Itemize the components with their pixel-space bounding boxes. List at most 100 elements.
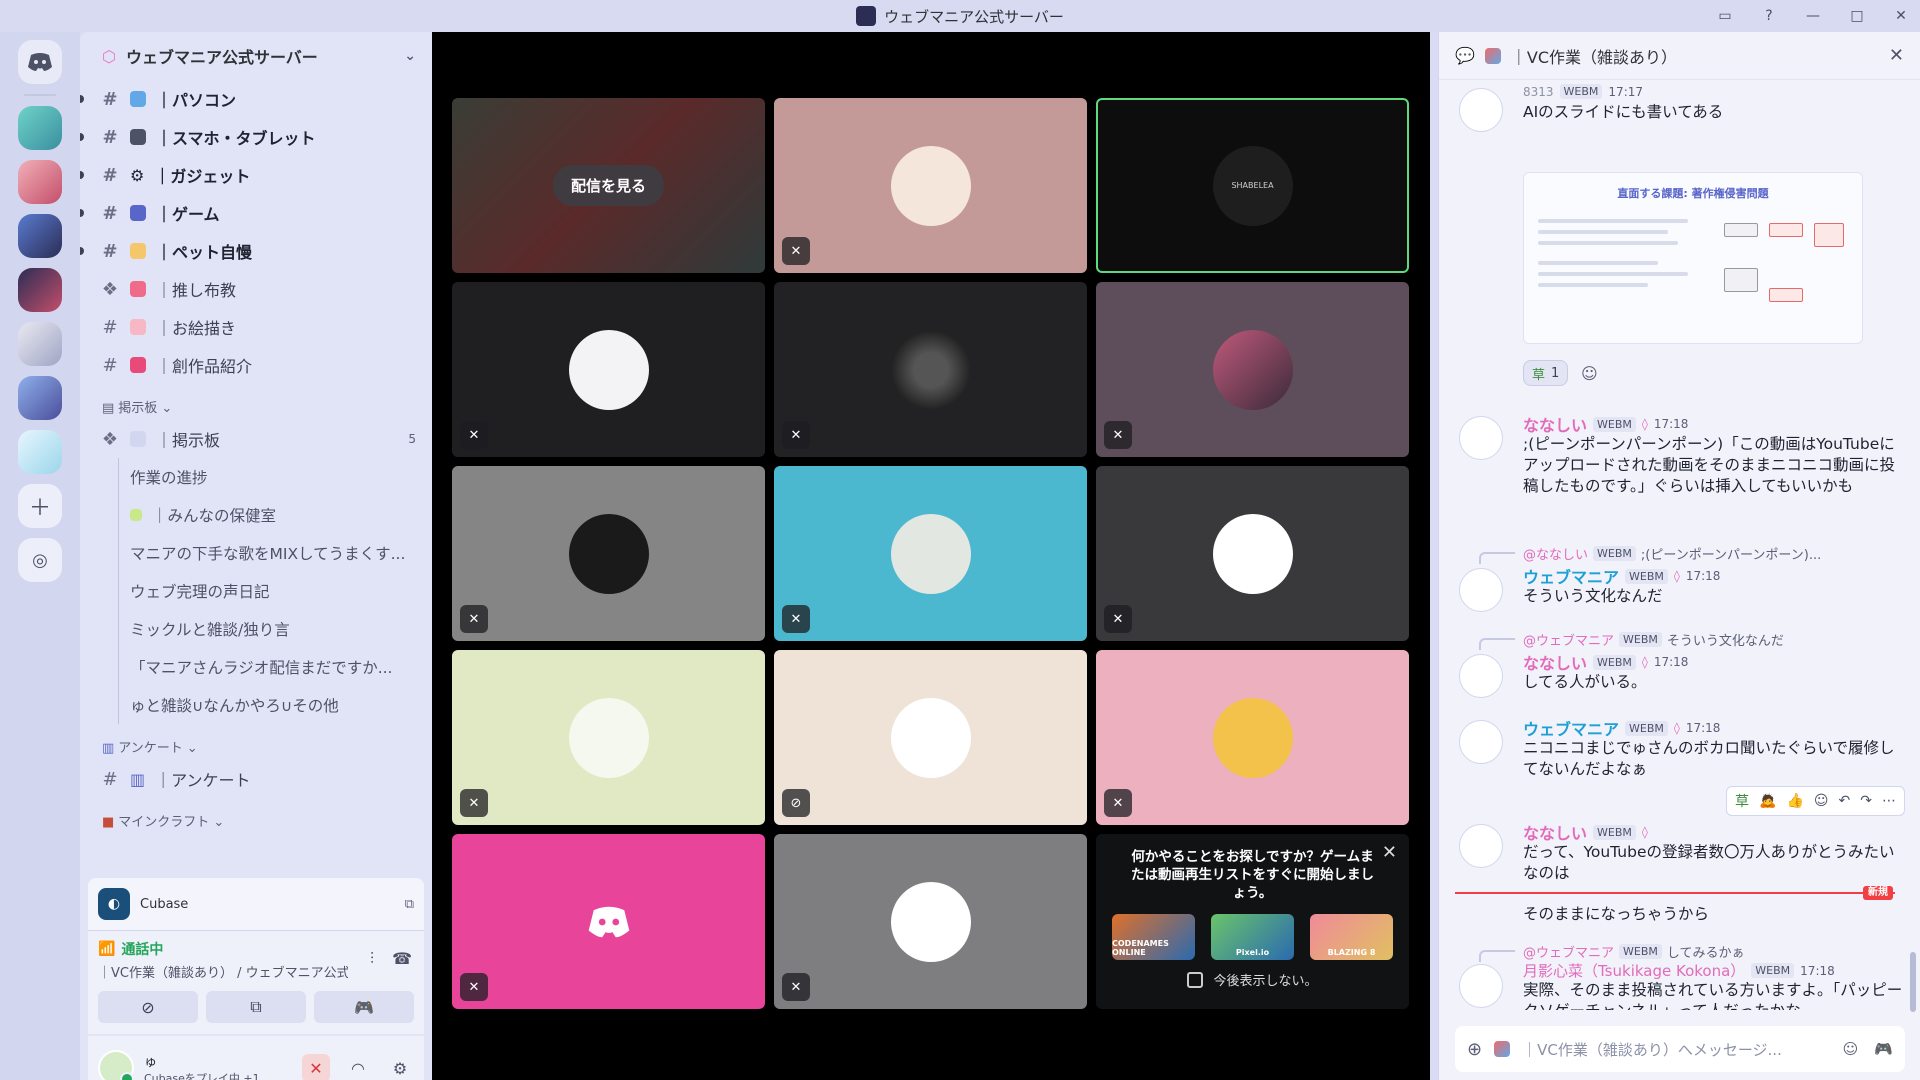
screen-share-icon[interactable]: ⧉ — [405, 897, 414, 912]
screen-share-button[interactable]: ⧉ — [206, 991, 306, 1023]
camera-off-button[interactable]: ⊘ — [98, 991, 198, 1023]
author-name[interactable]: ななしい — [1523, 412, 1587, 436]
game-blazing8[interactable]: BLAZING 8 — [1310, 914, 1393, 960]
server-avatar-2[interactable] — [18, 160, 62, 204]
participant-tile-speaking[interactable]: SHABELEA — [1096, 98, 1409, 273]
activity-card[interactable]: ◐ Cubase ⧉ — [88, 878, 424, 930]
channel-oshi[interactable]: ❖ ｜推し布教 — [80, 270, 432, 308]
avatar[interactable] — [1459, 720, 1503, 764]
participant-tile[interactable]: ✕ — [774, 98, 1087, 273]
close-icon[interactable]: ✕ — [1889, 45, 1904, 66]
thread-item[interactable]: ゅと雑談∪なんかやろ∪その他 — [80, 686, 432, 724]
reply-preview[interactable]: @ななしい WEBM ;(ピーンポーンパーンポーン)... — [1523, 544, 1903, 563]
participant-tile[interactable]: ✕ — [774, 282, 1087, 457]
message-input[interactable]: ｜VC作業（雑談あり）へメッセージ... — [1522, 1039, 1782, 1060]
author-name[interactable]: ウェブマニア — [1523, 716, 1619, 740]
bow-emoji-icon[interactable]: 🙇 — [1759, 793, 1776, 809]
thread-item[interactable]: 作業の進捗 — [80, 458, 432, 496]
category-minecraft[interactable]: ■ マインクラフト ⌄ — [80, 804, 432, 834]
game-codenames[interactable]: CODENAMES ONLINE — [1112, 914, 1195, 960]
game-pixelio[interactable]: Pixel.io — [1211, 914, 1294, 960]
category-board[interactable]: ▤ 掲示板 ⌄ — [80, 390, 432, 420]
participant-tile[interactable]: ✕ — [452, 282, 765, 457]
close-window-button[interactable]: ✕ — [1890, 5, 1912, 27]
activity-button[interactable]: 🎮 — [314, 991, 414, 1023]
channel-game[interactable]: # ｜ゲーム — [80, 194, 432, 232]
channel-pc[interactable]: # ｜パソコン — [80, 80, 432, 118]
add-reaction-icon[interactable]: ☺ — [1814, 793, 1829, 809]
server-header[interactable]: ⬡ ウェブマニア公式サーバー ⌄ — [80, 32, 432, 80]
author-name[interactable]: ななしい — [1523, 650, 1587, 674]
avatar[interactable] — [1459, 654, 1503, 698]
thread-item[interactable]: 「マニアさんラジオ配信まだですか... — [80, 648, 432, 686]
avatar[interactable] — [1459, 824, 1503, 868]
add-server-button[interactable]: ＋ — [18, 484, 62, 528]
noise-suppression-icon[interactable]: ⫶ — [370, 949, 374, 969]
help-icon[interactable]: ? — [1758, 5, 1780, 27]
chat-scrollbar[interactable] — [1910, 952, 1916, 1012]
message-composer[interactable]: ⊕ ｜VC作業（雑談あり）へメッセージ... ☺ 🎮 — [1455, 1026, 1905, 1072]
maximize-button[interactable]: □ — [1846, 5, 1868, 27]
gear-icon[interactable]: ⚙ — [386, 1054, 414, 1080]
channel-smartphone[interactable]: # ｜スマホ・タブレット — [80, 118, 432, 156]
emoji-picker-icon[interactable]: ☺ — [1843, 1040, 1859, 1058]
avatar[interactable] — [1459, 416, 1503, 460]
more-icon[interactable]: ⋯ — [1882, 793, 1896, 809]
channel-drawing[interactable]: # ｜お絵描き — [80, 308, 432, 346]
dont-show-checkbox[interactable] — [1187, 971, 1204, 988]
participant-tile[interactable]: ✕ — [1096, 650, 1409, 825]
home-button[interactable] — [18, 40, 62, 84]
author-name[interactable]: 月影心菜（Tsukikage Kokona） — [1523, 960, 1745, 981]
participant-tile[interactable]: ✕ — [452, 650, 765, 825]
attachment-image[interactable]: 直面する課題: 著作権侵害問題 — [1523, 172, 1863, 344]
add-reaction-icon[interactable]: ☺ — [1576, 360, 1602, 386]
category-survey[interactable]: ▥ アンケート ⌄ — [80, 730, 432, 760]
participant-tile[interactable]: ✕ — [452, 466, 765, 641]
author-name[interactable]: ウェブマニア — [1523, 564, 1619, 588]
author-name[interactable]: ななしい — [1523, 820, 1587, 844]
server-avatar-current[interactable] — [18, 268, 62, 312]
add-attachment-icon[interactable]: ⊕ — [1467, 1039, 1482, 1060]
participant-tile[interactable]: ✕ — [774, 466, 1087, 641]
avatar[interactable] — [1459, 88, 1503, 132]
participant-tile[interactable]: ✕ — [1096, 282, 1409, 457]
avatar[interactable] — [1459, 568, 1503, 612]
server-avatar-7[interactable] — [18, 430, 62, 474]
reply-icon[interactable]: ↶ — [1839, 793, 1851, 809]
channel-gadget[interactable]: # ⚙ ｜ガジェット — [80, 156, 432, 194]
mic-muted-icon[interactable]: ✕ — [302, 1054, 330, 1080]
activity-launcher-icon[interactable]: 🎮 — [1874, 1040, 1893, 1058]
avatar[interactable] — [98, 1050, 134, 1080]
channel-creation[interactable]: # ｜創作品紹介 — [80, 346, 432, 384]
reaction-chip[interactable]: 草1 — [1523, 360, 1569, 386]
stream-tile[interactable]: 配信を見る — [452, 98, 765, 273]
participant-tile[interactable]: ⊘ — [774, 650, 1087, 825]
voice-channel[interactable]: ｜VC作業（雑談あり） / ウェブマニア公式サ... — [98, 962, 348, 981]
avatar[interactable] — [1459, 964, 1503, 1008]
disconnect-icon[interactable]: ☎ — [392, 949, 412, 969]
participant-tile[interactable]: ✕ — [774, 834, 1087, 1009]
server-avatar-1[interactable] — [18, 106, 62, 150]
grass-emoji-icon[interactable]: 草 — [1735, 791, 1749, 811]
participant-tile[interactable]: ✕ — [1096, 466, 1409, 641]
dont-show-again[interactable]: 今後表示しない。 — [1112, 970, 1393, 989]
server-avatar-5[interactable] — [18, 322, 62, 366]
channel-pet[interactable]: # ｜ペット自慢 — [80, 232, 432, 270]
headphones-icon[interactable]: ◠ — [344, 1054, 372, 1080]
thread-item[interactable]: ｜みんなの保健室 — [80, 496, 432, 534]
channel-board[interactable]: ❖ ｜掲示板 5 — [80, 420, 432, 458]
thread-item[interactable]: ミックルと雑談/独り言 — [80, 610, 432, 648]
minimize-button[interactable]: — — [1802, 5, 1824, 27]
thumbs-up-icon[interactable]: 👍 — [1786, 793, 1803, 809]
server-avatar-3[interactable] — [18, 214, 62, 258]
forward-icon[interactable]: ↷ — [1860, 793, 1872, 809]
close-icon[interactable]: ✕ — [1382, 842, 1397, 863]
reply-preview[interactable]: @ウェブマニア WEBM してみるかぁ — [1523, 942, 1903, 961]
participant-tile[interactable]: ✕ — [452, 834, 765, 1009]
inbox-icon[interactable]: ▭ — [1714, 5, 1736, 27]
thread-item[interactable]: ウェブ完理の声日記 — [80, 572, 432, 610]
watch-stream-button[interactable]: 配信を見る — [552, 165, 664, 206]
author-name[interactable]: 8313 — [1523, 85, 1554, 99]
reply-preview[interactable]: @ウェブマニア WEBM そういう文化なんだ — [1523, 630, 1903, 649]
channel-survey[interactable]: # ▥ ｜アンケート — [80, 760, 432, 798]
